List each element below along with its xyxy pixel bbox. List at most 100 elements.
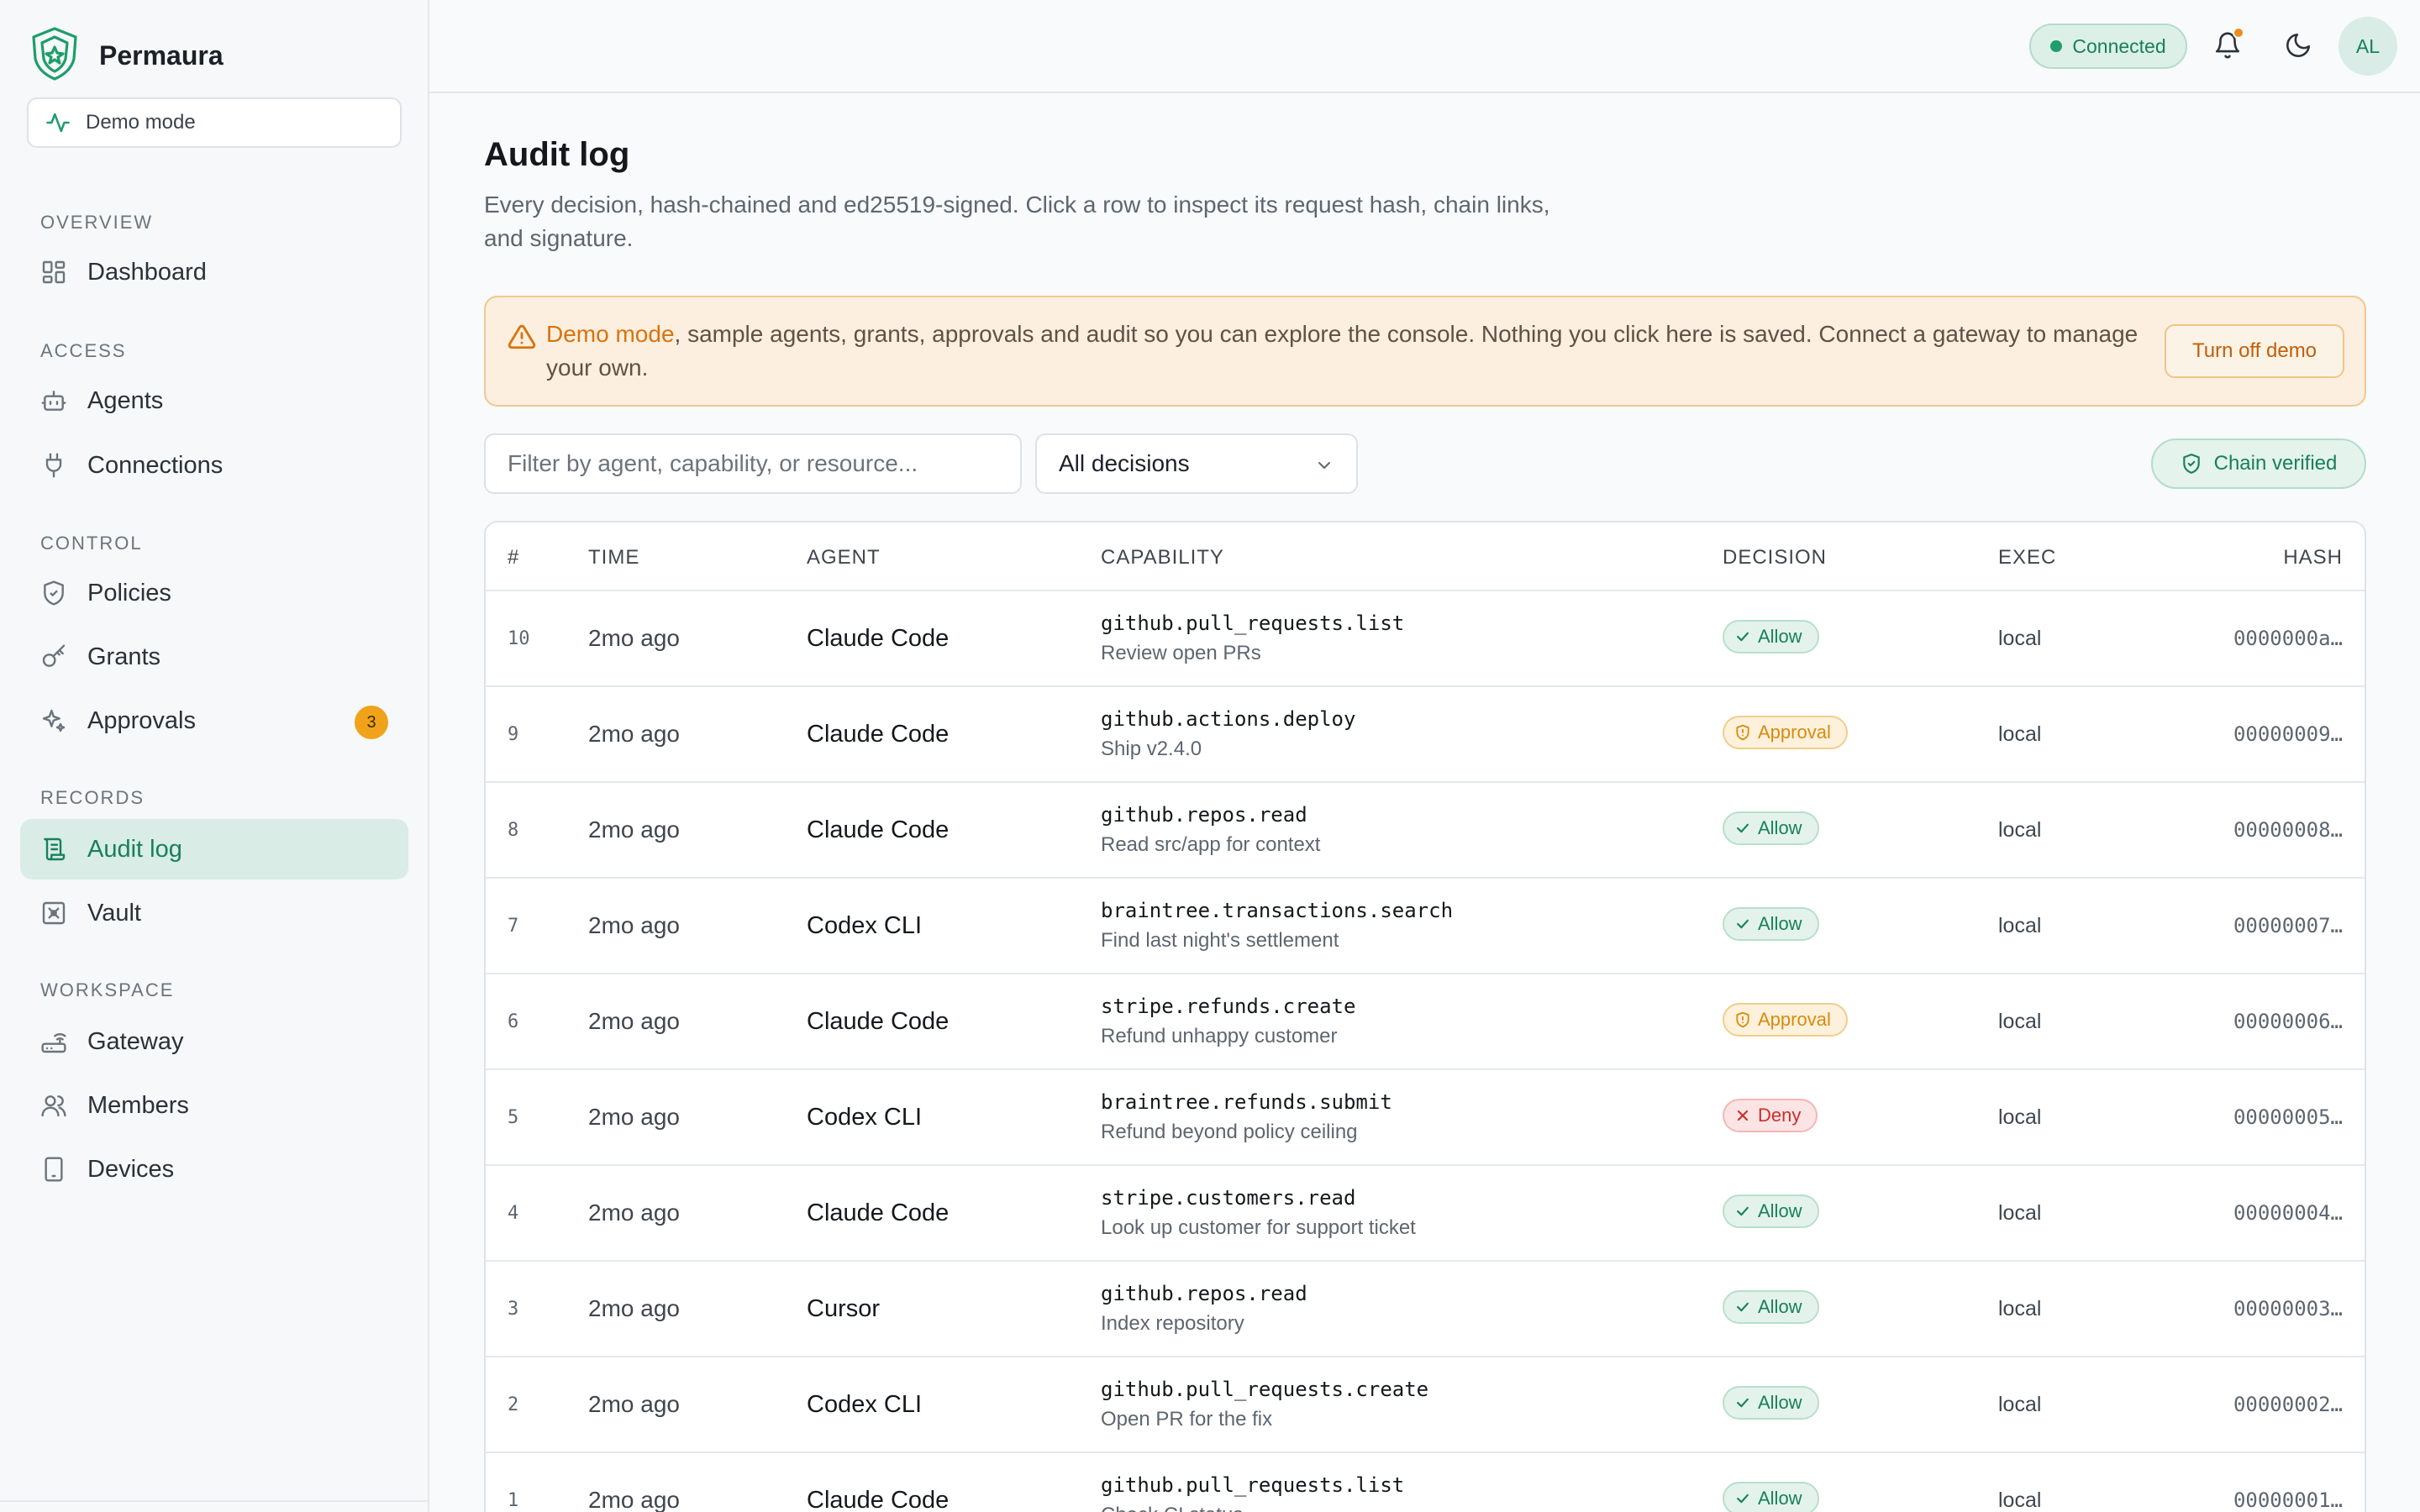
decision-badge: Allow: [1723, 1482, 1819, 1512]
table-row[interactable]: 2 2mo ago Codex CLI github.pull_requests.cr…: [486, 1357, 2365, 1453]
table-row[interactable]: 7 2mo ago Codex CLI braintree.transactions.…: [486, 879, 2365, 974]
table-row[interactable]: 5 2mo ago Codex CLI braintree.refunds.submi…: [486, 1070, 2365, 1166]
row-agent: Claude Code: [807, 1487, 950, 1512]
column-header-time[interactable]: TIME: [588, 546, 639, 570]
turn-off-demo-button[interactable]: Turn off demo: [2165, 324, 2344, 378]
users-icon: [41, 1095, 66, 1117]
x-icon: [1737, 1110, 1749, 1121]
row-description: Ship v2.4.0: [1101, 738, 1202, 760]
row-decision: Allow: [1723, 1482, 1819, 1512]
row-description: Refund unhappy customer: [1101, 1025, 1338, 1047]
sidebar-item-devices[interactable]: Devices: [20, 1139, 408, 1200]
decision-label: Approval: [1758, 1009, 1831, 1030]
brand[interactable]: Permaura: [27, 25, 224, 87]
sidebar-item-audit-log[interactable]: Audit log: [20, 819, 408, 879]
row-capability: github.pull_requests.list: [1101, 612, 1405, 635]
row-hash: 00000005…: [2233, 1105, 2343, 1129]
sidebar-item-label: Connections: [87, 451, 224, 479]
table-row[interactable]: 3 2mo ago Cursor github.repos.read Index rep…: [486, 1262, 2365, 1357]
plug-icon: [45, 453, 62, 478]
chain-status-label: Chain verified: [2213, 452, 2338, 475]
theme-toggle-button[interactable]: [2280, 27, 2317, 64]
demo-mode-pill[interactable]: Demo mode: [27, 97, 402, 148]
key-icon: [42, 644, 66, 667]
sidebar-item-label: Agents: [87, 386, 164, 414]
table-row[interactable]: 6 2mo ago Claude Code stripe.refunds.create…: [486, 974, 2365, 1070]
row-hash: 00000006…: [2233, 1010, 2343, 1033]
topbar: Connected AL: [429, 0, 2420, 93]
row-exec: local: [1998, 1010, 2042, 1033]
grid-icon: [42, 260, 66, 284]
sidebar-item-label: Vault: [87, 899, 141, 927]
row-capability: braintree.transactions.search: [1101, 899, 1454, 922]
check-icon: [1737, 823, 1749, 833]
column-header-exec[interactable]: EXEC: [1998, 546, 2056, 570]
row-time: 2mo ago: [588, 816, 680, 843]
sparkle-icon: [42, 709, 66, 732]
row-decision: Allow: [1723, 811, 1819, 845]
sidebar-item-label: Audit log: [87, 835, 182, 863]
sidebar-item-label: Gateway: [87, 1027, 184, 1055]
decision-label: Allow: [1758, 817, 1802, 838]
row-exec: local: [1998, 722, 2042, 746]
check-icon: [1737, 1398, 1749, 1408]
demo-mode-banner: Demo mode, sample agents, grants, approv…: [484, 296, 2366, 407]
column-header-hash[interactable]: HASH: [2283, 546, 2343, 570]
sidebar-item-members[interactable]: Members: [20, 1075, 408, 1136]
decision-label: Allow: [1758, 913, 1802, 934]
permaura-logo-icon: [27, 25, 82, 87]
column-header-agent[interactable]: AGENT: [807, 546, 881, 570]
column-header-decision[interactable]: DECISION: [1723, 546, 1827, 570]
row-time: 2mo ago: [588, 1391, 680, 1417]
sidebar-item-vault[interactable]: Vault: [20, 883, 408, 943]
table-row[interactable]: 10 2mo ago Claude Code github.pull_requests…: [486, 591, 2365, 687]
avatar[interactable]: AL: [2338, 17, 2397, 76]
row-decision: Allow: [1723, 620, 1819, 654]
table-row[interactable]: 8 2mo ago Claude Code github.repos.read Read…: [486, 783, 2365, 879]
row-agent: Claude Code: [807, 1200, 950, 1226]
row-exec: local: [1998, 1393, 2042, 1416]
column-header-number[interactable]: #: [508, 546, 519, 570]
column-header-capability[interactable]: CAPABILITY: [1101, 546, 1224, 570]
row-description: Read src/app for context: [1101, 833, 1321, 856]
demo-mode-label: Demo mode: [86, 111, 196, 134]
decision-select[interactable]: All decisions: [1035, 433, 1358, 494]
chain-verified-badge[interactable]: Chain verified: [2151, 438, 2366, 489]
row-agent: Cursor: [807, 1295, 881, 1322]
row-agent: Claude Code: [807, 1008, 950, 1035]
notification-dot: [2233, 27, 2244, 39]
sidebar-item-gateway[interactable]: Gateway: [20, 1011, 408, 1072]
decision-badge: Allow: [1723, 907, 1819, 941]
table-header: # TIME AGENT CAPABILITY DECISION EXEC HA…: [486, 522, 2365, 591]
sidebar-item-dashboard[interactable]: Dashboard: [20, 242, 408, 302]
decision-badge: Approval: [1723, 716, 1848, 749]
row-capability: stripe.customers.read: [1101, 1186, 1356, 1210]
decision-label: Allow: [1758, 1296, 1802, 1317]
table-row[interactable]: 9 2mo ago Claude Code github.actions.deploy…: [486, 687, 2365, 783]
row-capability: github.actions.deploy: [1101, 707, 1356, 731]
filter-input[interactable]: [484, 433, 1022, 494]
app-name: Permaura: [99, 40, 224, 71]
sidebar-item-grants[interactable]: Grants: [20, 627, 408, 687]
connection-status-badge[interactable]: Connected: [2029, 24, 2187, 69]
sidebar-item-agents[interactable]: Agents: [20, 370, 408, 431]
row-exec: local: [1998, 1201, 2042, 1225]
table-row[interactable]: 4 2mo ago Claude Code stripe.customers.read…: [486, 1166, 2365, 1262]
row-description: Look up customer for support ticket: [1101, 1216, 1416, 1239]
row-capability: github.repos.read: [1101, 1282, 1307, 1305]
check-icon: [1737, 919, 1749, 929]
sidebar-item-policies[interactable]: Policies: [20, 563, 408, 623]
row-hash: 00000008…: [2233, 818, 2343, 842]
decision-badge: Allow: [1723, 1290, 1819, 1324]
row-hash: 00000002…: [2233, 1393, 2343, 1416]
row-capability: github.repos.read: [1101, 803, 1307, 827]
decision-badge: Approval: [1723, 1003, 1848, 1037]
decision-label: Allow: [1758, 1488, 1802, 1509]
sidebar-item-connections[interactable]: Connections: [20, 435, 408, 496]
row-agent: Claude Code: [807, 816, 950, 843]
notifications-button[interactable]: [2209, 27, 2246, 64]
sidebar-item-approvals[interactable]: Approvals 3: [20, 690, 408, 751]
row-decision: Allow: [1723, 1386, 1819, 1420]
table-row[interactable]: 1 2mo ago Claude Code github.pull_requests.…: [486, 1453, 2365, 1512]
row-hash: 00000001…: [2233, 1488, 2343, 1512]
